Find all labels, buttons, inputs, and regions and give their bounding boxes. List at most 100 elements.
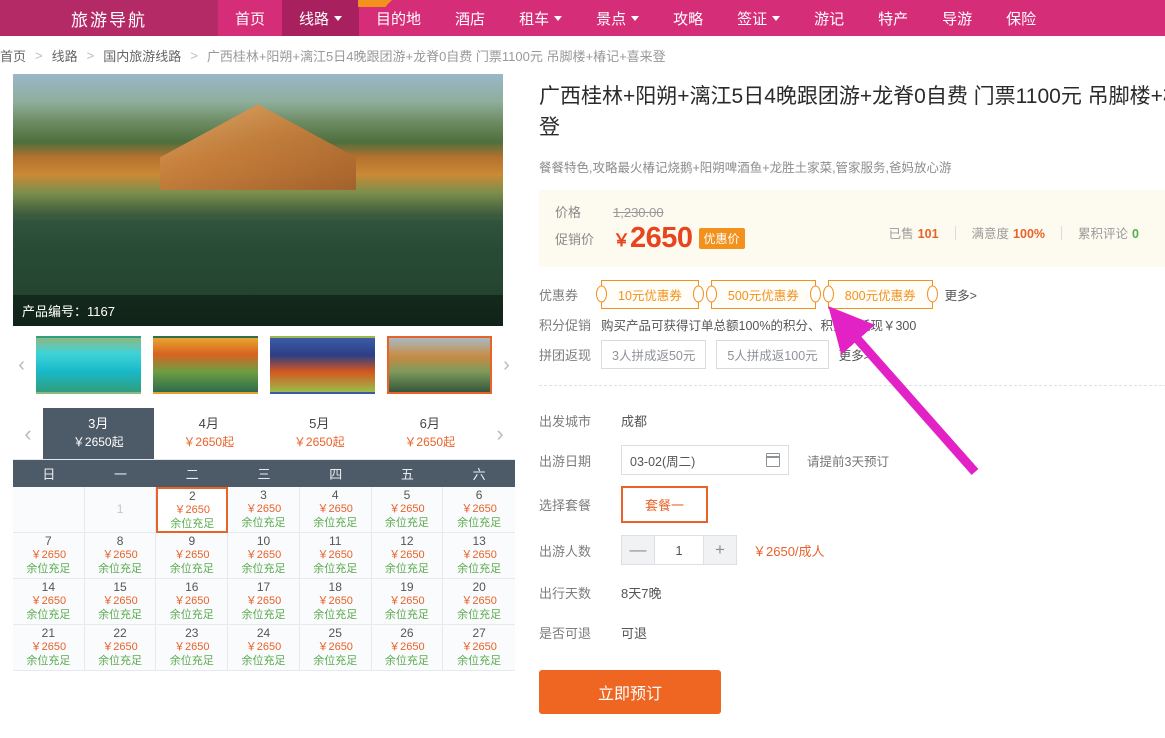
calendar-day-cell[interactable]: 13￥2650余位充足 <box>443 533 515 579</box>
month-tab-3[interactable]: 6月￥2650起 <box>375 408 486 459</box>
calendar-day-cell[interactable]: 15￥2650余位充足 <box>85 579 157 625</box>
nav-item-label: 导游 <box>942 8 972 29</box>
book-now-button[interactable]: 立即预订 <box>539 670 721 714</box>
calendar-day-number: 11 <box>329 534 341 549</box>
quantity-increase-button[interactable]: + <box>703 535 737 565</box>
calendar-day-number: 20 <box>472 580 485 595</box>
breadcrumb: 首页>线路>国内旅游线路>广西桂林+阳朔+漓江5日4晚跟团游+龙脊0自费 门票1… <box>0 36 1165 74</box>
calendar-day-cell[interactable]: 5￥2650余位充足 <box>372 487 444 533</box>
calendar-day-cell[interactable]: 18￥2650余位充足 <box>300 579 372 625</box>
calendar-day-cell[interactable]: 17￥2650余位充足 <box>228 579 300 625</box>
calendar-day-cell[interactable]: 25￥2650余位充足 <box>300 625 372 671</box>
stat-item-1: 满意度100% <box>956 223 1062 242</box>
calendar-day-number: 8 <box>117 534 124 549</box>
calendar-day-cell[interactable]: 7￥2650余位充足 <box>13 533 85 579</box>
calendar-day-cell[interactable]: 9￥2650余位充足 <box>156 533 228 579</box>
thumbnail-3[interactable] <box>270 336 375 394</box>
month-prev-icon[interactable]: ‹ <box>13 408 43 459</box>
calendar-day-cell[interactable]: 14￥2650余位充足 <box>13 579 85 625</box>
coupon-button-2[interactable]: 800元优惠券 <box>828 280 933 309</box>
calendar-day-cell[interactable]: 10￥2650余位充足 <box>228 533 300 579</box>
quantity-value[interactable]: 1 <box>655 535 703 565</box>
calendar-day-cell[interactable]: 4￥2650余位充足 <box>300 487 372 533</box>
nav-item-7[interactable]: 签证 <box>720 0 797 36</box>
nav-item-label: 线路 <box>299 8 329 29</box>
package-option-button[interactable]: 套餐一 <box>621 486 708 523</box>
calendar-day-cell[interactable]: 19￥2650余位充足 <box>372 579 444 625</box>
calendar-day-cell[interactable]: 8￥2650余位充足 <box>85 533 157 579</box>
calendar-day-cell[interactable]: 21￥2650余位充足 <box>13 625 85 671</box>
calendar-day-cell[interactable]: 12￥2650余位充足 <box>372 533 444 579</box>
nav-item-9[interactable]: 特产 <box>861 0 925 36</box>
travel-date-input[interactable]: 03-02(周二) <box>621 445 789 475</box>
coupon-button-1[interactable]: 500元优惠券 <box>711 280 816 309</box>
refundable-row: 是否可退 可退 <box>539 612 1165 652</box>
calendar-day-status: 余位充足 <box>313 609 357 623</box>
calendar-day-number: 7 <box>45 534 52 549</box>
thumbs-prev-icon[interactable]: ‹ <box>13 336 30 394</box>
calendar-day-number: 3 <box>260 488 267 503</box>
month-next-icon[interactable]: › <box>485 408 515 459</box>
month-tab-0[interactable]: 3月￥2650起 <box>43 408 154 459</box>
calendar-day-cell[interactable]: 27￥2650余位充足 <box>443 625 515 671</box>
group-buy-option-1[interactable]: 5人拼成返100元 <box>716 340 828 369</box>
site-logo[interactable]: 旅游导航 <box>0 0 218 36</box>
nav-item-6[interactable]: 攻略 <box>656 0 720 36</box>
points-text: 购买产品可获得订单总额100%的积分、积分可抵现￥300 <box>601 315 916 334</box>
calendar-day-number: 5 <box>404 488 411 503</box>
calendar-day-price: ￥2650 <box>102 549 137 563</box>
nav-item-label: 租车 <box>519 8 549 29</box>
calendar-day-cell[interactable]: 24￥2650余位充足 <box>228 625 300 671</box>
calendar-day-cell[interactable]: 22￥2650余位充足 <box>85 625 157 671</box>
group-buy-option-0[interactable]: 3人拼成返50元 <box>601 340 706 369</box>
nav-item-8[interactable]: 游记 <box>797 0 861 36</box>
calendar-day-cell[interactable]: 6￥2650余位充足 <box>443 487 515 533</box>
calendar-day-price: ￥2650 <box>389 641 424 655</box>
coupon-button-0[interactable]: 10元优惠券 <box>601 280 699 309</box>
stat-label: 满意度 <box>972 227 1010 241</box>
thumbnail-1[interactable] <box>36 336 141 394</box>
thumbs-next-icon[interactable]: › <box>498 336 515 394</box>
calendar-day-number: 6 <box>476 488 483 503</box>
month-tab-price: ￥2650起 <box>183 434 234 451</box>
coupon-more-link[interactable]: 更多> <box>945 285 977 304</box>
calendar-day-cell[interactable]: 26￥2650余位充足 <box>372 625 444 671</box>
calendar-day-cell[interactable]: 11￥2650余位充足 <box>300 533 372 579</box>
stat-label: 已售 <box>889 227 914 241</box>
calendar-day-cell[interactable]: 1 <box>85 487 157 533</box>
calendar-day-cell[interactable]: 16￥2650余位充足 <box>156 579 228 625</box>
product-hero-image[interactable]: 产品编号：1167 <box>13 74 503 326</box>
month-tab-1[interactable]: 4月￥2650起 <box>154 408 265 459</box>
breadcrumb-separator: > <box>190 48 198 63</box>
breadcrumb-item-2[interactable]: 国内旅游线路 <box>103 46 181 65</box>
calendar-day-status: 余位充足 <box>170 655 214 669</box>
nav-item-10[interactable]: 导游 <box>925 0 989 36</box>
nav-item-0[interactable]: 首页 <box>218 0 282 36</box>
original-price-value: 1,230.00 <box>613 205 664 220</box>
points-row: 积分促销 购买产品可获得订单总额100%的积分、积分可抵现￥300 <box>539 309 1165 339</box>
calendar-day-number: 23 <box>185 626 198 641</box>
nav-item-4[interactable]: 租车 <box>502 0 579 36</box>
product-code-badge: 产品编号：1167 <box>13 295 503 326</box>
quantity-decrease-button[interactable]: — <box>621 535 655 565</box>
nav-item-11[interactable]: 保险 <box>989 0 1053 36</box>
thumbnail-2[interactable] <box>153 336 258 394</box>
calendar-day-number: 25 <box>329 626 342 641</box>
nav-item-5[interactable]: 景点 <box>579 0 656 36</box>
calendar-day-number: 17 <box>257 580 270 595</box>
group-buy-more-link[interactable]: 更多> <box>839 345 871 364</box>
breadcrumb-item-0[interactable]: 首页 <box>0 46 26 65</box>
nav-item-1[interactable]: 线路 <box>282 0 359 36</box>
weekday-3: 三 <box>228 460 300 487</box>
nav-item-3[interactable]: 酒店 <box>438 0 502 36</box>
thumbnail-4[interactable] <box>387 336 492 394</box>
calendar-day-cell[interactable]: 3￥2650余位充足 <box>228 487 300 533</box>
breadcrumb-item-1[interactable]: 线路 <box>52 46 78 65</box>
travel-date-row: 出游日期 03-02(周二) 请提前3天预订 <box>539 440 1165 480</box>
calendar-day-cell[interactable]: 23￥2650余位充足 <box>156 625 228 671</box>
calendar-icon[interactable] <box>766 453 780 467</box>
month-tab-name: 3月 <box>88 415 108 434</box>
calendar-day-cell[interactable]: 20￥2650余位充足 <box>443 579 515 625</box>
calendar-day-cell[interactable]: 2￥2650余位充足 <box>156 487 228 533</box>
month-tab-2[interactable]: 5月￥2650起 <box>264 408 375 459</box>
